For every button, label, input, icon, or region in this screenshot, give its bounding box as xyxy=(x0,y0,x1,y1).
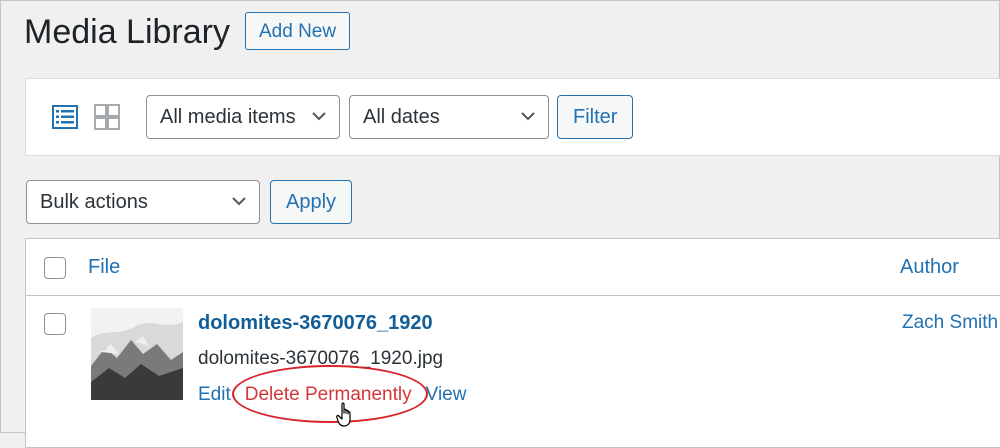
page-title: Media Library xyxy=(24,13,230,51)
file-name: dolomites-3670076_1920.jpg xyxy=(198,348,444,369)
chevron-down-icon xyxy=(521,112,535,121)
file-title-link[interactable]: dolomites-3670076_1920 xyxy=(198,312,433,335)
media-thumbnail[interactable] xyxy=(91,308,183,400)
author-link[interactable]: Zach Smith xyxy=(902,312,998,334)
edit-link[interactable]: Edit xyxy=(198,384,231,406)
row-checkbox[interactable] xyxy=(44,313,66,335)
delete-permanently-link[interactable]: Delete Permanently xyxy=(245,384,412,406)
bulk-actions-select[interactable]: Bulk actions xyxy=(26,180,260,224)
media-type-select-value: All media items xyxy=(160,106,296,128)
list-view-icon[interactable] xyxy=(52,104,78,130)
media-type-select[interactable]: All media items xyxy=(146,95,340,139)
date-select[interactable]: All dates xyxy=(349,95,549,139)
view-link[interactable]: View xyxy=(426,384,467,406)
media-table: File Author dolomites-3670076_1920 dolom… xyxy=(25,238,1000,448)
bulk-actions-select-value: Bulk actions xyxy=(40,191,148,213)
chevron-down-icon xyxy=(312,112,326,121)
column-header-author[interactable]: Author xyxy=(900,256,959,279)
grid-view-icon[interactable] xyxy=(94,104,120,130)
filter-button[interactable]: Filter xyxy=(557,95,634,139)
media-filter-bar: All media items All dates Filter xyxy=(25,78,1000,156)
row-actions: Edit Delete Permanently View xyxy=(198,384,466,406)
add-new-button[interactable]: Add New xyxy=(245,12,351,50)
table-header: File Author xyxy=(26,239,1000,296)
apply-button[interactable]: Apply xyxy=(270,180,353,224)
hand-cursor-icon xyxy=(336,402,351,427)
select-all-checkbox[interactable] xyxy=(44,257,66,279)
chevron-down-icon xyxy=(232,197,246,206)
date-select-value: All dates xyxy=(363,106,440,128)
column-header-file[interactable]: File xyxy=(88,256,120,279)
